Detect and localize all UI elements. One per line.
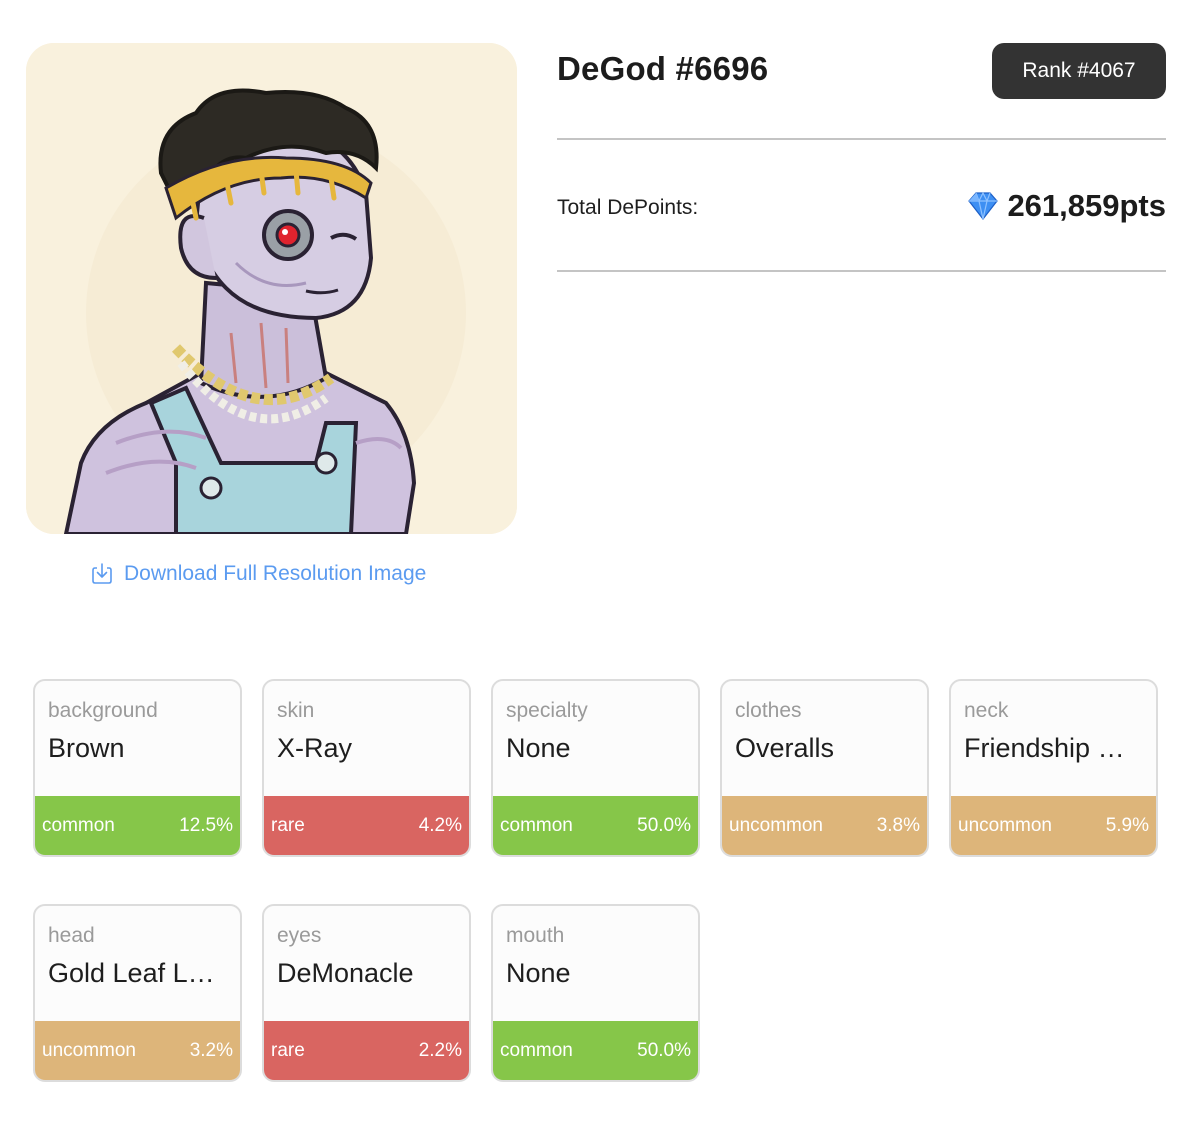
download-link[interactable]: Download Full Resolution Image xyxy=(90,558,426,590)
rarity-label: rare xyxy=(271,814,305,836)
attribute-category: background xyxy=(48,699,158,722)
page-title: DeGod #6696 xyxy=(557,50,769,87)
attribute-card-neck[interactable]: neck Friendship … uncommon 5.9% xyxy=(949,679,1158,857)
rarity-label: uncommon xyxy=(729,814,823,836)
attribute-card-specialty[interactable]: specialty None common 50.0% xyxy=(491,679,700,857)
rarity-bar: uncommon 3.8% xyxy=(722,796,927,855)
attribute-value: Friendship … xyxy=(964,733,1125,763)
attribute-category: head xyxy=(48,924,95,947)
rarity-percent: 5.9% xyxy=(1105,814,1149,836)
attribute-card-background[interactable]: background Brown common 12.5% xyxy=(33,679,242,857)
attribute-card-mouth[interactable]: mouth None common 50.0% xyxy=(491,904,700,1082)
rarity-percent: 50.0% xyxy=(637,1039,691,1061)
download-label: Download Full Resolution Image xyxy=(124,562,427,585)
rarity-percent: 12.5% xyxy=(179,814,233,836)
points-value: 261,859pts xyxy=(967,188,1166,224)
rarity-label: common xyxy=(500,814,573,836)
attribute-category: eyes xyxy=(277,924,322,947)
rarity-label: rare xyxy=(271,1039,305,1061)
rarity-label: uncommon xyxy=(958,814,1052,836)
attribute-card-head[interactable]: head Gold Leaf L… uncommon 3.2% xyxy=(33,904,242,1082)
diamond-icon xyxy=(967,191,999,221)
rarity-bar: common 12.5% xyxy=(35,796,240,855)
attribute-value: DeMonacle xyxy=(277,958,414,988)
rarity-percent: 3.8% xyxy=(876,814,920,836)
attribute-category: specialty xyxy=(506,699,588,722)
rarity-bar: rare 2.2% xyxy=(264,1021,469,1080)
attribute-value: X-Ray xyxy=(277,733,353,763)
rarity-bar: rare 4.2% xyxy=(264,796,469,855)
nft-detail-page: Download Full Resolution Image DeGod #66… xyxy=(0,0,1200,1130)
nft-image[interactable] xyxy=(26,43,517,534)
rank-badge[interactable]: Rank #4067 xyxy=(992,43,1166,99)
attribute-value: Overalls xyxy=(735,733,835,763)
attribute-category: skin xyxy=(277,699,315,722)
download-icon xyxy=(90,562,114,586)
attribute-value: Gold Leaf L… xyxy=(48,958,215,988)
points-number: 261,859pts xyxy=(1007,188,1166,223)
attribute-value: Brown xyxy=(48,733,125,763)
rarity-label: common xyxy=(42,814,115,836)
rarity-bar: common 50.0% xyxy=(493,796,698,855)
attribute-category: neck xyxy=(964,699,1009,722)
points-label: Total DePoints: xyxy=(557,196,699,219)
rarity-bar: common 50.0% xyxy=(493,1021,698,1080)
rarity-label: uncommon xyxy=(42,1039,136,1061)
attribute-card-clothes[interactable]: clothes Overalls uncommon 3.8% xyxy=(720,679,929,857)
rarity-bar: uncommon 3.2% xyxy=(35,1021,240,1080)
attribute-category: clothes xyxy=(735,699,802,722)
rarity-percent: 4.2% xyxy=(418,814,462,836)
attribute-card-skin[interactable]: skin X-Ray rare 4.2% xyxy=(262,679,471,857)
rarity-percent: 3.2% xyxy=(189,1039,233,1061)
divider xyxy=(557,270,1166,272)
rarity-label: common xyxy=(500,1039,573,1061)
attribute-value: None xyxy=(506,733,571,763)
attribute-category: mouth xyxy=(506,924,565,947)
attribute-value: None xyxy=(506,958,571,988)
divider xyxy=(557,138,1166,140)
rarity-percent: 2.2% xyxy=(418,1039,462,1061)
rarity-percent: 50.0% xyxy=(637,814,691,836)
rarity-bar: uncommon 5.9% xyxy=(951,796,1156,855)
attribute-card-eyes[interactable]: eyes DeMonacle rare 2.2% xyxy=(262,904,471,1082)
